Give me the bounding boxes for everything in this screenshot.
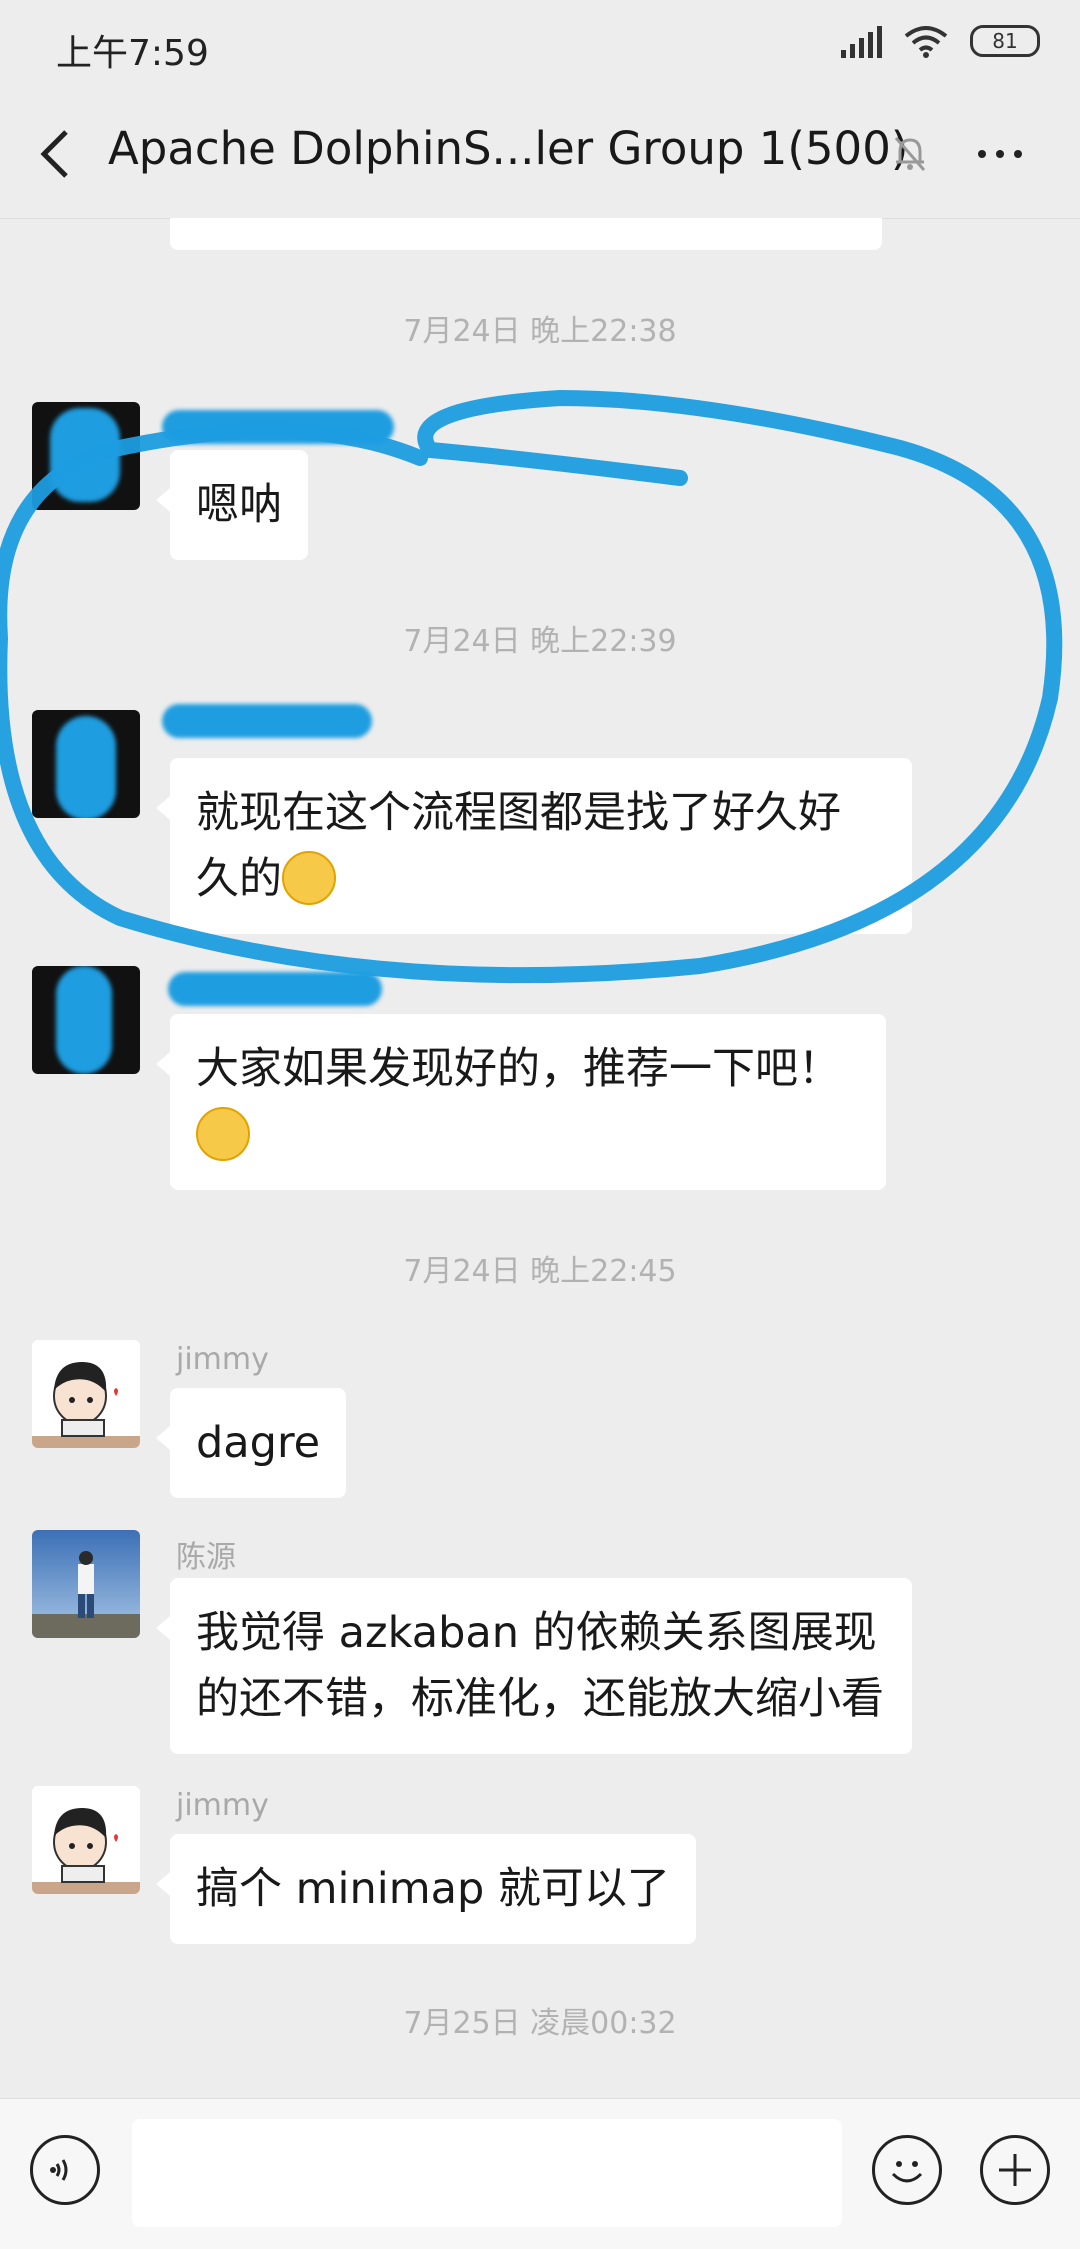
timestamp: 7月24日 晚上22:39: [403, 624, 677, 659]
back-arrow-icon[interactable]: [36, 128, 76, 180]
avatar[interactable]: [32, 1530, 140, 1638]
message-text-line: 就现在这个流程图都是找了好久好: [196, 788, 841, 838]
avatar[interactable]: [32, 966, 140, 1074]
mute-bell-icon: [894, 137, 926, 171]
redacted-sender-name: [162, 704, 372, 738]
more-icon[interactable]: [978, 150, 1022, 158]
sender-name: jimmy: [176, 1342, 269, 1377]
message-text: 嗯呐: [196, 480, 282, 530]
grinning-emoji-icon: [196, 1107, 250, 1161]
timestamp: 7月24日 晚上22:45: [403, 1254, 677, 1289]
avatar[interactable]: [32, 1340, 140, 1448]
emoji-icon[interactable]: [872, 2135, 942, 2205]
message-text: 搞个 minimap 就可以了: [196, 1864, 670, 1914]
timestamp: 7月24日 晚上22:38: [403, 314, 677, 349]
message-text-line: [196, 1102, 860, 1168]
message-text-line: 我觉得 azkaban 的依赖关系图展现: [196, 1608, 877, 1658]
voice-icon[interactable]: [30, 2135, 100, 2205]
battery-icon: 81: [970, 25, 1040, 57]
wifi-icon: [904, 26, 948, 58]
message-text-line: 久的: [196, 846, 886, 912]
cartoon-boy-avatar-icon: [32, 1362, 140, 1448]
message-text-line: 大家如果发现好的，推荐一下吧！: [196, 1044, 841, 1094]
laughing-tears-emoji-icon: [282, 851, 336, 905]
status-bar: 上午7:59 81: [0, 0, 1080, 90]
chat-area[interactable]: 7月24日 晚上22:38 嗯呐 7月24日 晚上22:39 就现在这个流程图都…: [0, 218, 1080, 2098]
avatar[interactable]: [32, 402, 140, 510]
message-input[interactable]: [132, 2119, 842, 2227]
message-bubble[interactable]: 嗯呐: [156, 450, 308, 560]
sender-name: jimmy: [176, 1788, 269, 1823]
redacted-sender-name: [168, 972, 382, 1006]
status-time: 上午7:59: [56, 33, 209, 74]
chat-header: Apache DolphinS...ler Group 1(500): [0, 90, 1080, 219]
status-icons: 81: [841, 24, 1040, 58]
avatar[interactable]: [32, 1786, 140, 1894]
timestamp: 7月25日 凌晨00:32: [403, 2006, 677, 2041]
partial-message-bubble: [170, 218, 882, 250]
message-text: dagre: [196, 1418, 321, 1468]
landscape-photo-avatar-icon: [32, 1530, 140, 1638]
message-bubble[interactable]: 搞个 minimap 就可以了: [156, 1834, 696, 1944]
cartoon-boy-avatar-icon: [32, 1808, 140, 1894]
plus-icon[interactable]: [980, 2135, 1050, 2205]
sender-name: 陈源: [176, 1540, 236, 1575]
chat-title: Apache DolphinS...ler Group 1(500): [108, 122, 909, 175]
input-bar: [0, 2098, 1080, 2249]
message-bubble[interactable]: dagre: [155, 1388, 347, 1498]
message-bubble[interactable]: 大家如果发现好的，推荐一下吧！: [156, 1014, 886, 1190]
avatar[interactable]: [32, 710, 140, 818]
signal-icon: [841, 24, 882, 58]
redacted-sender-name: [162, 410, 394, 444]
message-text-line: 的还不错，标准化，还能放大缩小看: [196, 1674, 884, 1724]
message-bubble[interactable]: 我觉得 azkaban 的依赖关系图展现 的还不错，标准化，还能放大缩小看: [156, 1578, 912, 1754]
message-bubble[interactable]: 就现在这个流程图都是找了好久好 久的: [156, 758, 912, 934]
